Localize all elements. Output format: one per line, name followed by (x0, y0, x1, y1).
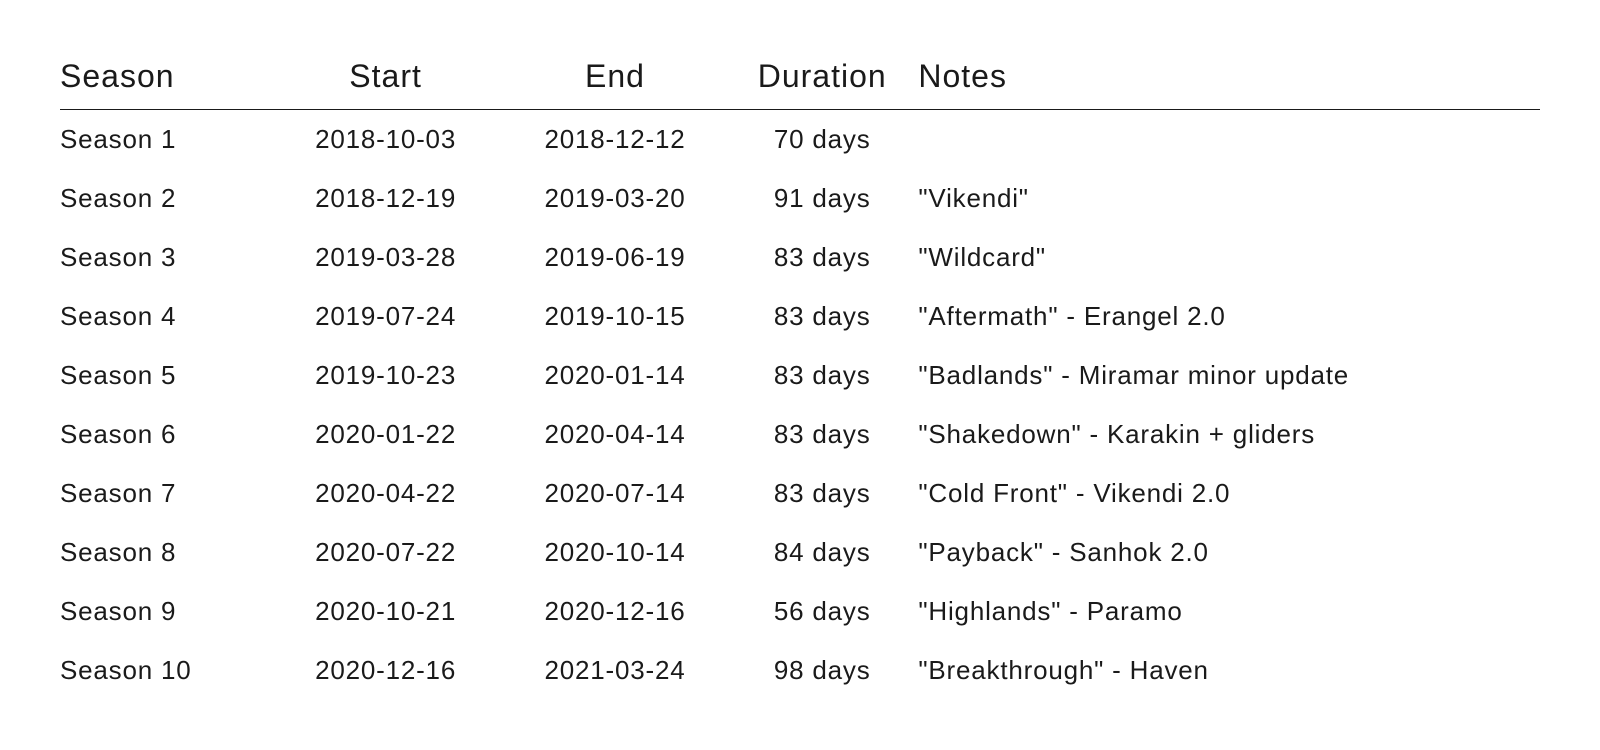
table-header-row: Season Start End Duration Notes (60, 50, 1540, 110)
cell-end: 2020-12-16 (504, 582, 726, 641)
cell-end: 2020-04-14 (504, 405, 726, 464)
cell-season: Season 7 (60, 464, 267, 523)
table-row: Season 8 2020-07-22 2020-10-14 84 days "… (60, 523, 1540, 582)
header-season: Season (60, 50, 267, 110)
table-row: Season 2 2018-12-19 2019-03-20 91 days "… (60, 169, 1540, 228)
cell-season: Season 4 (60, 287, 267, 346)
cell-season: Season 3 (60, 228, 267, 287)
cell-start: 2020-12-16 (267, 641, 504, 700)
table-row: Season 5 2019-10-23 2020-01-14 83 days "… (60, 346, 1540, 405)
cell-end: 2020-07-14 (504, 464, 726, 523)
cell-start: 2019-07-24 (267, 287, 504, 346)
cell-notes: "Breakthrough" - Haven (918, 641, 1540, 700)
header-start: Start (267, 50, 504, 110)
cell-notes: "Highlands" - Paramo (918, 582, 1540, 641)
cell-end: 2019-06-19 (504, 228, 726, 287)
cell-season: Season 1 (60, 110, 267, 170)
cell-season: Season 9 (60, 582, 267, 641)
cell-end: 2020-01-14 (504, 346, 726, 405)
cell-end: 2019-10-15 (504, 287, 726, 346)
cell-notes: "Shakedown" - Karakin + gliders (918, 405, 1540, 464)
cell-season: Season 2 (60, 169, 267, 228)
cell-duration: 83 days (726, 405, 918, 464)
table-row: Season 10 2020-12-16 2021-03-24 98 days … (60, 641, 1540, 700)
cell-notes: "Aftermath" - Erangel 2.0 (918, 287, 1540, 346)
table-row: Season 3 2019-03-28 2019-06-19 83 days "… (60, 228, 1540, 287)
cell-notes: "Badlands" - Miramar minor update (918, 346, 1540, 405)
cell-end: 2019-03-20 (504, 169, 726, 228)
cell-notes (918, 110, 1540, 170)
table-row: Season 4 2019-07-24 2019-10-15 83 days "… (60, 287, 1540, 346)
table-row: Season 1 2018-10-03 2018-12-12 70 days (60, 110, 1540, 170)
cell-start: 2020-10-21 (267, 582, 504, 641)
cell-end: 2021-03-24 (504, 641, 726, 700)
table-row: Season 6 2020-01-22 2020-04-14 83 days "… (60, 405, 1540, 464)
cell-start: 2020-01-22 (267, 405, 504, 464)
cell-duration: 83 days (726, 287, 918, 346)
cell-season: Season 8 (60, 523, 267, 582)
seasons-table: Season Start End Duration Notes Season 1… (60, 50, 1540, 700)
cell-end: 2020-10-14 (504, 523, 726, 582)
cell-notes: "Vikendi" (918, 169, 1540, 228)
cell-notes: "Wildcard" (918, 228, 1540, 287)
cell-start: 2018-10-03 (267, 110, 504, 170)
header-end: End (504, 50, 726, 110)
cell-duration: 56 days (726, 582, 918, 641)
cell-start: 2019-10-23 (267, 346, 504, 405)
cell-season: Season 5 (60, 346, 267, 405)
cell-duration: 70 days (726, 110, 918, 170)
cell-start: 2018-12-19 (267, 169, 504, 228)
cell-start: 2019-03-28 (267, 228, 504, 287)
cell-duration: 83 days (726, 346, 918, 405)
cell-season: Season 10 (60, 641, 267, 700)
cell-notes: "Cold Front" - Vikendi 2.0 (918, 464, 1540, 523)
cell-duration: 91 days (726, 169, 918, 228)
table-row: Season 9 2020-10-21 2020-12-16 56 days "… (60, 582, 1540, 641)
cell-duration: 98 days (726, 641, 918, 700)
cell-duration: 83 days (726, 228, 918, 287)
cell-start: 2020-07-22 (267, 523, 504, 582)
cell-start: 2020-04-22 (267, 464, 504, 523)
cell-season: Season 6 (60, 405, 267, 464)
header-notes: Notes (918, 50, 1540, 110)
table-row: Season 7 2020-04-22 2020-07-14 83 days "… (60, 464, 1540, 523)
cell-notes: "Payback" - Sanhok 2.0 (918, 523, 1540, 582)
header-duration: Duration (726, 50, 918, 110)
table-body: Season 1 2018-10-03 2018-12-12 70 days S… (60, 110, 1540, 701)
cell-duration: 84 days (726, 523, 918, 582)
cell-end: 2018-12-12 (504, 110, 726, 170)
cell-duration: 83 days (726, 464, 918, 523)
